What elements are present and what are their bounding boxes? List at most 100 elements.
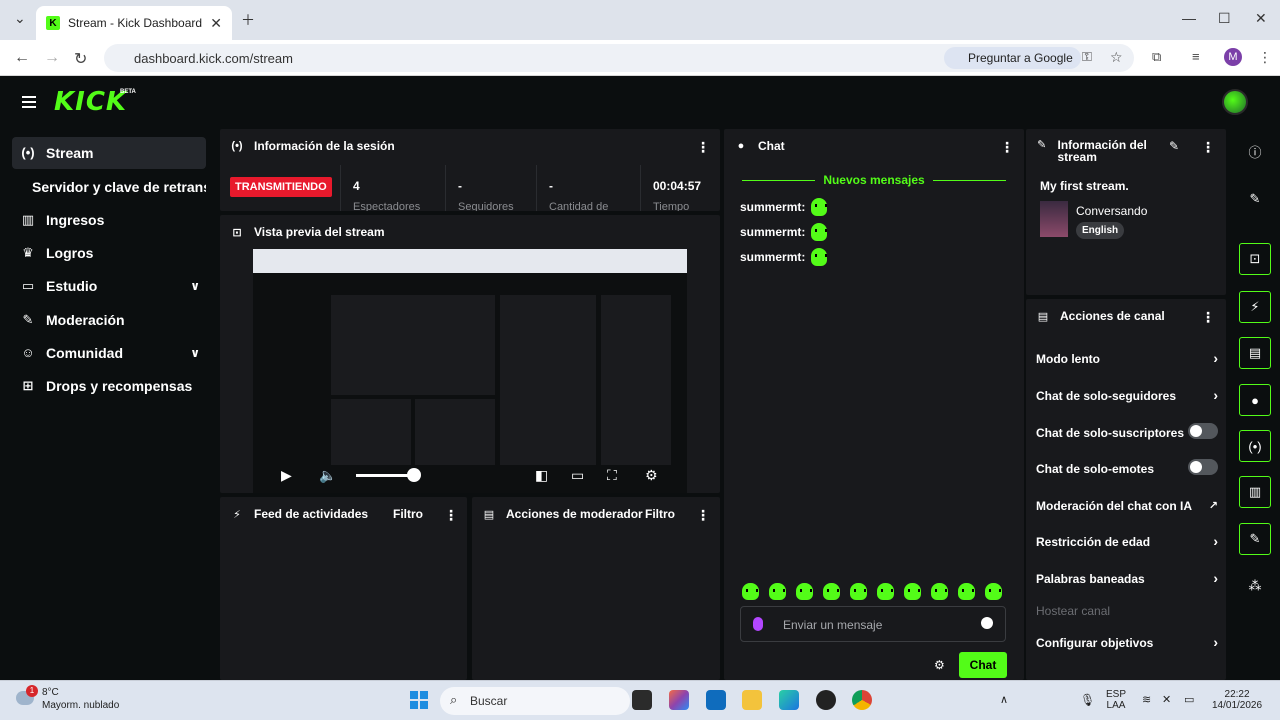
- rail-document-icon[interactable]: ▤: [1239, 337, 1271, 369]
- action-configure-goals[interactable]: Configurar objetivos ›: [1036, 634, 1218, 650]
- kebab-menu-icon[interactable]: ⋮: [1000, 139, 1014, 156]
- settings-icon[interactable]: ⚙: [645, 467, 658, 484]
- emote-icon[interactable]: [742, 583, 759, 600]
- rail-preview-icon[interactable]: ⊡: [1239, 243, 1271, 275]
- obs-icon[interactable]: [816, 690, 836, 710]
- action-followers-only[interactable]: Chat de solo-seguidores ›: [1036, 387, 1218, 403]
- battery-icon[interactable]: ▭: [1184, 693, 1194, 706]
- volume-knob[interactable]: [407, 468, 421, 482]
- ask-google-button[interactable]: Preguntar a Google: [944, 47, 1081, 69]
- microphone-tray-icon[interactable]: 🎙: [1080, 693, 1095, 707]
- minimize-icon[interactable]: —: [1182, 10, 1196, 26]
- sidebar-item-estudio[interactable]: ▭ Estudio ∨: [12, 270, 206, 302]
- chat-username[interactable]: summermt:: [740, 200, 805, 214]
- sidebar-item-server-key[interactable]: Servidor y clave de retransmisión: [12, 171, 206, 203]
- mod-filter-button[interactable]: Filtro: [645, 507, 675, 521]
- emote-icon[interactable]: [769, 583, 786, 600]
- back-icon[interactable]: ←: [14, 49, 30, 67]
- kick-logo[interactable]: KICK: [54, 87, 127, 117]
- task-view-icon[interactable]: [632, 690, 652, 710]
- copilot-icon[interactable]: [669, 690, 689, 710]
- wifi-icon[interactable]: ≋: [1142, 693, 1151, 706]
- emote-icon[interactable]: [904, 583, 921, 600]
- kebab-menu-icon[interactable]: ⋮: [1201, 309, 1215, 326]
- chat-username[interactable]: summermt:: [740, 225, 805, 239]
- emote-icon[interactable]: [796, 583, 813, 600]
- rail-chat-icon[interactable]: ●: [1239, 384, 1271, 416]
- rail-wrench-icon[interactable]: ✎: [1239, 523, 1271, 555]
- browser-tab[interactable]: K Stream - Kick Dashboard ✕: [36, 6, 232, 40]
- volume-icon[interactable]: 🔈: [319, 467, 336, 484]
- chrome-icon[interactable]: [852, 690, 872, 710]
- kebab-menu-icon[interactable]: ⋮: [696, 507, 710, 524]
- rail-channel-icon[interactable]: ▥: [1239, 476, 1271, 508]
- close-window-icon[interactable]: ✕: [1255, 10, 1267, 27]
- sidebar-item-ingresos[interactable]: ▥ Ingresos: [12, 204, 206, 236]
- quick-emotes-row: [742, 583, 1002, 600]
- chat-message-input[interactable]: Enviar un mensaje: [740, 606, 1006, 642]
- tray-chevron-icon[interactable]: ∧: [1000, 693, 1008, 706]
- bookmark-star-icon[interactable]: ☆: [1110, 49, 1123, 66]
- theater-icon[interactable]: ▭: [571, 467, 584, 484]
- sidebar-item-logros[interactable]: ♛ Logros: [12, 237, 206, 269]
- rail-broadcast-icon[interactable]: (•): [1239, 430, 1271, 462]
- pip-icon[interactable]: ◧: [535, 467, 548, 484]
- emote-icon[interactable]: [931, 583, 948, 600]
- rail-bolt-icon[interactable]: ⚡: [1239, 291, 1271, 323]
- browser-menu-icon[interactable]: ⋮: [1258, 49, 1272, 66]
- edge-icon[interactable]: [779, 690, 799, 710]
- sidebar-item-stream[interactable]: (•) Stream: [12, 137, 206, 169]
- taskbar-search[interactable]: ⌕ Buscar: [440, 687, 630, 715]
- microphone-icon[interactable]: [753, 617, 763, 631]
- weather-widget[interactable]: 1 8°C Mayorm. nublado: [16, 685, 119, 711]
- send-chat-button[interactable]: Chat: [959, 652, 1007, 678]
- media-icon[interactable]: ≡: [1192, 49, 1200, 64]
- play-icon[interactable]: ▶: [281, 467, 292, 484]
- sidebar-item-comunidad[interactable]: ☺ Comunidad ∨: [12, 337, 206, 369]
- reload-icon[interactable]: ↻: [74, 49, 87, 69]
- subscribers-only-toggle[interactable]: [1188, 423, 1218, 439]
- edit-pencil-icon[interactable]: ✎: [1169, 139, 1179, 153]
- fullscreen-icon[interactable]: ⛶: [607, 467, 617, 484]
- rail-layout-icon[interactable]: ⁂: [1239, 570, 1271, 602]
- outlook-icon[interactable]: [706, 690, 726, 710]
- maximize-icon[interactable]: ☐: [1218, 10, 1231, 27]
- tab-search-icon[interactable]: ⌄: [14, 10, 26, 27]
- chat-username[interactable]: summermt:: [740, 250, 805, 264]
- profile-avatar[interactable]: M: [1224, 48, 1242, 66]
- edit-icon[interactable]: ✎: [1239, 183, 1271, 215]
- emote-icon[interactable]: [985, 583, 1002, 600]
- chat-settings-icon[interactable]: ⚙: [934, 658, 945, 672]
- menu-hamburger-icon[interactable]: [22, 96, 36, 108]
- language-indicator[interactable]: ESP LAA: [1106, 689, 1126, 711]
- emote-icon[interactable]: [877, 583, 894, 600]
- action-age-restriction[interactable]: Restricción de edad ›: [1036, 533, 1218, 549]
- activity-filter-button[interactable]: Filtro: [393, 507, 423, 521]
- close-tab-icon[interactable]: ✕: [210, 15, 222, 32]
- stream-video[interactable]: ▶ 🔈 ◧ ▭ ⛶ ⚙: [253, 249, 687, 493]
- emotes-only-toggle[interactable]: [1188, 459, 1218, 475]
- user-avatar[interactable]: [1222, 89, 1248, 115]
- windows-start-icon[interactable]: [410, 691, 428, 709]
- emote-icon[interactable]: [958, 583, 975, 600]
- password-key-icon[interactable]: ⚿: [1082, 49, 1092, 65]
- emote-icon[interactable]: [850, 583, 867, 600]
- forward-icon[interactable]: →: [44, 49, 60, 67]
- action-ai-moderation[interactable]: Moderación del chat con IA ↗: [1036, 499, 1218, 513]
- new-tab-icon[interactable]: ＋: [241, 10, 255, 30]
- emoji-picker-icon[interactable]: [981, 617, 993, 629]
- action-slow-mode[interactable]: Modo lento ›: [1036, 350, 1218, 366]
- clock[interactable]: 22:22 14/01/2026: [1212, 689, 1262, 711]
- file-explorer-icon[interactable]: [742, 690, 762, 710]
- sidebar-item-drops[interactable]: ⊞ Drops y recompensas: [12, 370, 206, 402]
- kebab-menu-icon[interactable]: ⋮: [696, 139, 710, 156]
- extensions-icon[interactable]: ⧉: [1152, 49, 1161, 65]
- kebab-menu-icon[interactable]: ⋮: [1201, 139, 1215, 156]
- sidebar-item-moderacion[interactable]: ✎ Moderación: [12, 304, 206, 336]
- info-icon[interactable]: ⓘ: [1239, 135, 1271, 167]
- emote-icon[interactable]: [823, 583, 840, 600]
- speaker-muted-icon[interactable]: ✕: [1162, 693, 1171, 706]
- kebab-menu-icon[interactable]: ⋮: [444, 507, 458, 524]
- action-banned-words[interactable]: Palabras baneadas ›: [1036, 570, 1218, 586]
- category-name[interactable]: Conversando: [1076, 204, 1147, 218]
